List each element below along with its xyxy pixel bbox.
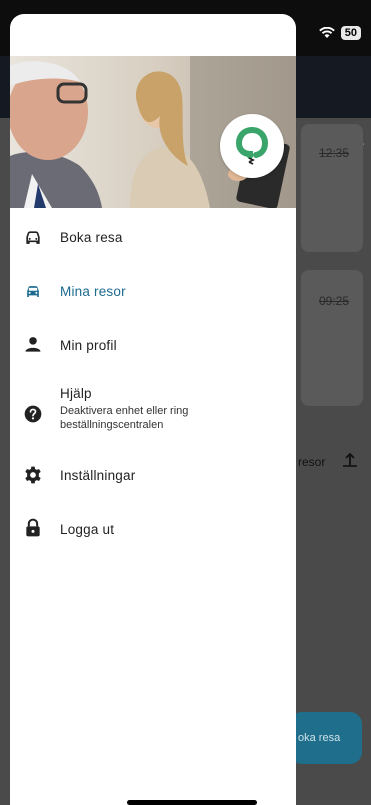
menu-label: Hjälp [60, 386, 92, 401]
book-trip-fab[interactable]: oka resa [290, 712, 362, 764]
menu-label: Boka resa [60, 230, 123, 245]
trip-time: 09:25 [318, 294, 349, 308]
sort-icon [343, 452, 357, 467]
menu-item-mina-resor[interactable]: Mina resor [10, 276, 296, 316]
logo-icon [235, 127, 269, 165]
drawer-hero-image [10, 56, 296, 208]
resor-label: resor [298, 455, 326, 469]
car-outline-icon [26, 231, 40, 244]
wifi-icon [318, 27, 335, 38]
app-logo [220, 114, 284, 178]
car-filled-icon [27, 286, 39, 297]
menu-item-hjalp[interactable]: Hjälp Deaktivera enhet eller ring bestäl… [10, 384, 296, 446]
home-indicator [127, 800, 257, 805]
menu-item-logga-ut[interactable]: Logga ut [10, 514, 296, 554]
menu-label: Inställningar [60, 468, 136, 483]
help-icon [24, 405, 42, 423]
trip-time: 12:35 [318, 146, 349, 160]
menu-label: Min profil [60, 338, 117, 353]
battery-indicator: 50 [340, 26, 361, 40]
menu-item-min-profil[interactable]: Min profil [10, 330, 296, 370]
lock-icon [26, 518, 40, 537]
menu-label: Logga ut [60, 522, 115, 537]
menu-item-installningar[interactable]: Inställningar [10, 460, 296, 500]
menu-item-boka-resa[interactable]: Boka resa [10, 222, 296, 262]
trip-card [301, 270, 363, 406]
gear-icon [25, 466, 41, 484]
status-icons: 50 [318, 26, 361, 40]
menu-sublabel: Deaktivera enhet eller ring beställnings… [60, 405, 189, 431]
navigation-drawer: Boka resa Mina resor Min profil Hjälp De… [10, 14, 296, 805]
person-icon [25, 337, 41, 352]
trip-card [301, 124, 363, 252]
menu-label: Mina resor [60, 284, 126, 299]
